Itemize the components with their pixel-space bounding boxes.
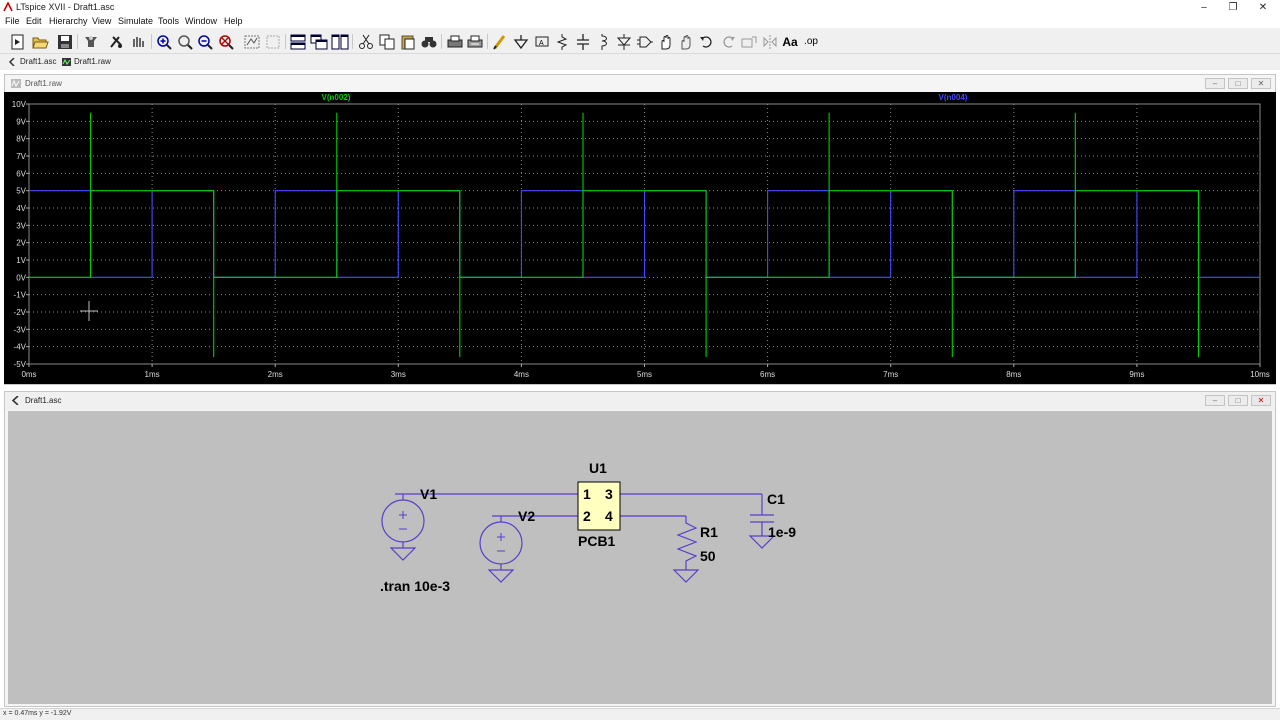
cut-icon[interactable] bbox=[357, 33, 375, 51]
waveform-maximize-button[interactable]: □ bbox=[1228, 78, 1248, 89]
text-icon[interactable]: Aa bbox=[781, 33, 799, 51]
u1-pin1-label: 1 bbox=[583, 486, 591, 502]
u1-name-label[interactable]: U1 bbox=[589, 460, 607, 476]
capacitor-icon[interactable] bbox=[574, 33, 592, 51]
cursor-coordinates: x = 0.47ms y = -1.92V bbox=[3, 710, 72, 717]
label-net-icon[interactable]: A bbox=[533, 33, 551, 51]
move-icon[interactable] bbox=[657, 33, 675, 51]
u1-pin2-label: 2 bbox=[583, 508, 591, 524]
draw-wire-icon[interactable] bbox=[491, 33, 509, 51]
halt-icon[interactable] bbox=[129, 33, 147, 51]
zoom-fit-icon[interactable] bbox=[217, 33, 235, 51]
tab-label: Draft1.asc bbox=[20, 57, 57, 66]
v2-source-icon bbox=[479, 521, 523, 565]
tile-horizontal-icon[interactable] bbox=[289, 33, 307, 51]
print-setup-icon[interactable] bbox=[466, 33, 484, 51]
drag-icon[interactable] bbox=[677, 33, 695, 51]
redo-icon[interactable] bbox=[719, 33, 737, 51]
tab-draft1-raw[interactable]: Draft1.raw bbox=[61, 56, 117, 68]
close-button[interactable]: ✕ bbox=[1248, 0, 1278, 15]
rotate-icon[interactable] bbox=[740, 33, 758, 51]
zoom-out-icon[interactable] bbox=[196, 33, 214, 51]
toolbar: A Aa .op bbox=[0, 29, 1280, 54]
tran-directive[interactable]: .tran 10e-3 bbox=[380, 578, 450, 594]
spice-directive-icon[interactable]: .op bbox=[802, 33, 820, 51]
r1-value-label[interactable]: 50 bbox=[700, 548, 716, 564]
svg-text:A: A bbox=[539, 40, 544, 47]
waveform-window-title: Draft1.raw bbox=[25, 79, 62, 88]
c1-value-label[interactable]: 1e-9 bbox=[768, 524, 796, 540]
title-bar: LTspice XVII - Draft1.asc – ❐ ✕ bbox=[0, 0, 1280, 15]
schematic-canvas[interactable]: V1 V2 U1 1 3 2 4 PCB1 R1 50 C1 1e-9 .tra… bbox=[8, 411, 1272, 704]
menu-view[interactable]: View bbox=[92, 16, 111, 26]
ground-icon[interactable] bbox=[512, 33, 530, 51]
v2-ground-icon bbox=[487, 569, 515, 583]
menu-edit[interactable]: Edit bbox=[26, 16, 42, 26]
menu-window[interactable]: Window bbox=[185, 16, 217, 26]
u1-pin3-label: 3 bbox=[605, 486, 613, 502]
open-icon[interactable] bbox=[31, 33, 49, 51]
component-icon[interactable] bbox=[636, 33, 654, 51]
paste-icon[interactable] bbox=[399, 33, 417, 51]
u1-pin4-label: 4 bbox=[605, 508, 613, 524]
u1-value-label[interactable]: PCB1 bbox=[578, 533, 615, 549]
waveform-minimize-button[interactable]: – bbox=[1205, 78, 1225, 89]
v2-label[interactable]: V2 bbox=[518, 508, 535, 524]
control-panel-icon[interactable] bbox=[82, 33, 100, 51]
menu-tools[interactable]: Tools bbox=[158, 16, 179, 26]
waveform-window: Draft1.raw – □ ✕ bbox=[4, 74, 1276, 385]
v1-label[interactable]: V1 bbox=[420, 486, 437, 502]
inductor-icon[interactable] bbox=[594, 33, 612, 51]
autorange-icon[interactable] bbox=[243, 33, 261, 51]
restore-button[interactable]: ❐ bbox=[1218, 0, 1248, 15]
r1-name-label[interactable]: R1 bbox=[700, 524, 718, 540]
schematic-tab-icon bbox=[8, 58, 15, 66]
menu-bar: File Edit Hierarchy View Simulate Tools … bbox=[0, 15, 1280, 28]
menu-help[interactable]: Help bbox=[224, 16, 243, 26]
cascade-icon[interactable] bbox=[310, 33, 328, 51]
run-icon[interactable] bbox=[107, 33, 125, 51]
schematic-minimize-button[interactable]: – bbox=[1205, 395, 1225, 406]
window-title: LTspice XVII - Draft1.asc bbox=[16, 2, 115, 12]
menu-file[interactable]: File bbox=[5, 16, 20, 26]
waveform-close-button[interactable]: ✕ bbox=[1251, 78, 1271, 89]
v1-ground-icon bbox=[389, 547, 417, 561]
schematic-window-icon bbox=[11, 396, 19, 405]
save-icon[interactable] bbox=[56, 33, 74, 51]
tab-draft1-asc[interactable]: Draft1.asc bbox=[7, 56, 59, 68]
schematic-window-titlebar[interactable]: Draft1.asc – □ ✕ bbox=[5, 392, 1275, 410]
ltspice-logo-icon bbox=[3, 2, 13, 12]
tile-vertical-icon[interactable] bbox=[331, 33, 349, 51]
diode-icon[interactable] bbox=[615, 33, 633, 51]
mirror-icon[interactable] bbox=[761, 33, 779, 51]
menu-hierarchy[interactable]: Hierarchy bbox=[49, 16, 88, 26]
waveform-tab-icon bbox=[62, 58, 71, 66]
print-icon[interactable] bbox=[446, 33, 464, 51]
zoom-area-icon[interactable] bbox=[176, 33, 194, 51]
schematic-maximize-button[interactable]: □ bbox=[1228, 395, 1248, 406]
document-tabs: Draft1.asc Draft1.raw bbox=[0, 55, 1280, 69]
schematic-window-title: Draft1.asc bbox=[25, 396, 62, 405]
undo-icon[interactable] bbox=[698, 33, 716, 51]
menu-simulate[interactable]: Simulate bbox=[118, 16, 153, 26]
copy-icon[interactable] bbox=[378, 33, 396, 51]
waveform-window-icon bbox=[11, 79, 21, 88]
schematic-drawing bbox=[381, 481, 776, 583]
new-schematic-icon[interactable] bbox=[9, 33, 27, 51]
resistor-icon[interactable] bbox=[553, 33, 571, 51]
status-bar: x = 0.47ms y = -1.92V bbox=[0, 708, 1280, 720]
schematic-close-button[interactable]: ✕ bbox=[1251, 395, 1271, 406]
zoom-back-icon[interactable] bbox=[264, 33, 282, 51]
r1-ground-icon bbox=[672, 569, 700, 583]
r1-resistor-icon bbox=[676, 516, 698, 570]
tab-label: Draft1.raw bbox=[74, 57, 111, 66]
zoom-in-icon[interactable] bbox=[155, 33, 173, 51]
v1-source-icon bbox=[381, 499, 425, 543]
find-icon[interactable] bbox=[420, 33, 438, 51]
minimize-button[interactable]: – bbox=[1189, 0, 1219, 15]
c1-name-label[interactable]: C1 bbox=[767, 491, 785, 507]
waveform-window-titlebar[interactable]: Draft1.raw – □ ✕ bbox=[5, 75, 1275, 93]
